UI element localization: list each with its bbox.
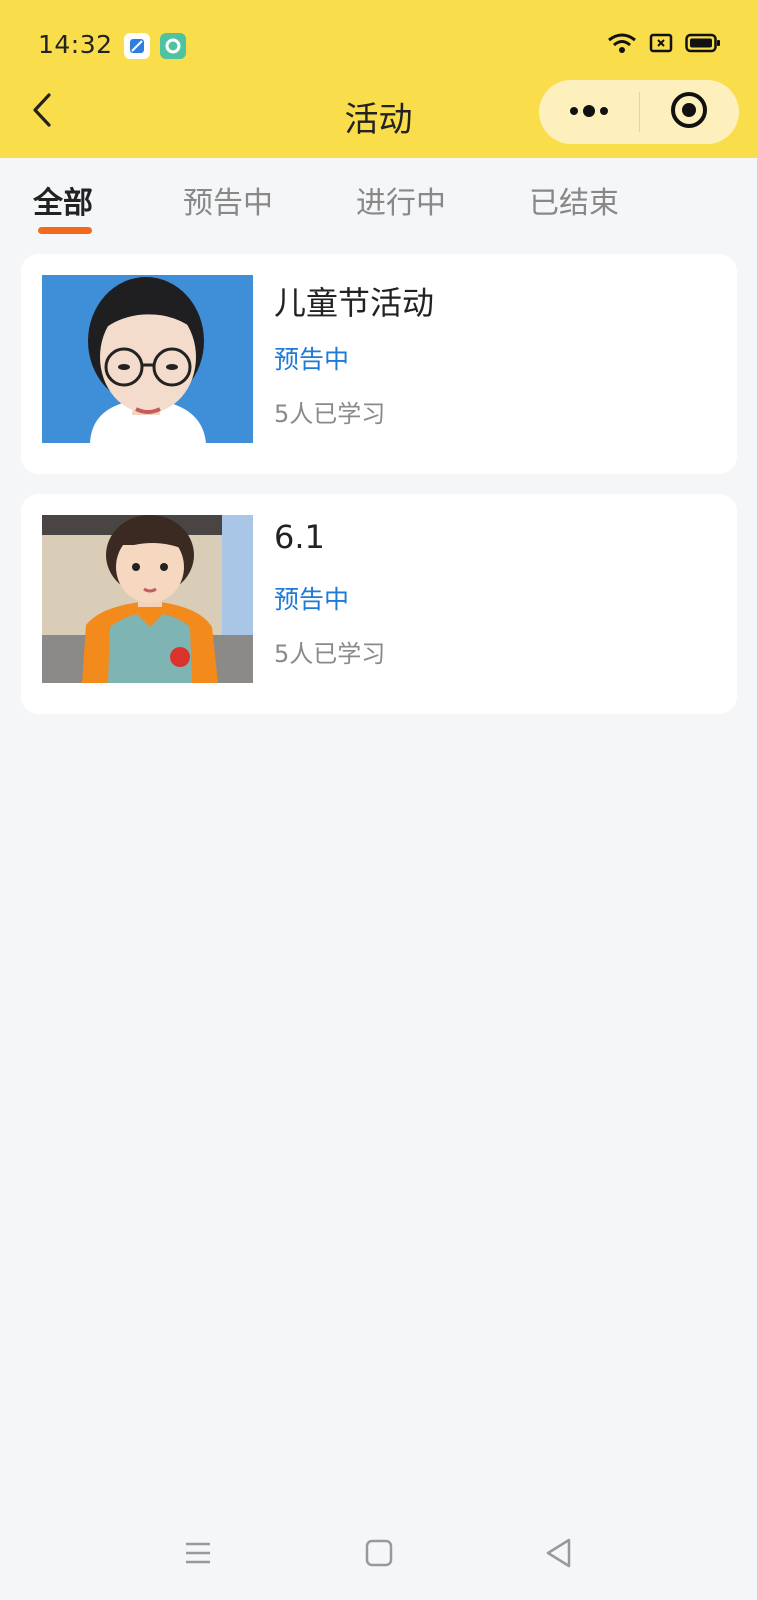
- learner-count: 5人已学习: [274, 400, 386, 428]
- activity-page: 14:32 活动 全部 预告中 进行中 已结束 儿童节活动 预告中 5人已学习 …: [0, 0, 757, 1600]
- activity-status: 预告中: [274, 345, 350, 374]
- more-dots-icon: [567, 103, 611, 122]
- tab-upcoming[interactable]: 预告中: [183, 178, 273, 222]
- app-notification-icon: [124, 33, 150, 59]
- wifi-icon: [607, 32, 637, 58]
- battery-icon: [685, 33, 721, 57]
- activity-card[interactable]: 6.1 预告中 5人已学习: [21, 494, 737, 714]
- tab-all[interactable]: 全部: [33, 178, 93, 222]
- tab-ongoing[interactable]: 进行中: [356, 178, 446, 222]
- header: 14:32 活动: [0, 0, 757, 158]
- mini-program-capsule: [539, 80, 739, 144]
- activity-title: 儿童节活动: [274, 284, 435, 322]
- portrait-photo: [42, 275, 253, 443]
- close-button[interactable]: [640, 80, 740, 144]
- tab-ended[interactable]: 已结束: [529, 178, 619, 222]
- activity-thumbnail: [42, 275, 253, 443]
- home-icon: [365, 1539, 393, 1571]
- app-notification-icon: [160, 33, 186, 59]
- close-target-icon: [669, 90, 709, 134]
- status-icons: [607, 32, 721, 58]
- learner-count: 5人已学习: [274, 640, 386, 668]
- system-nav-bar: [0, 1520, 757, 1590]
- activity-title: 6.1: [274, 518, 325, 556]
- activity-status: 预告中: [274, 585, 350, 614]
- status-time: 14:32: [38, 30, 113, 59]
- activity-thumbnail: [42, 515, 253, 683]
- back-triangle-icon: [544, 1537, 572, 1573]
- home-button[interactable]: [349, 1530, 409, 1580]
- menu-icon: [184, 1541, 212, 1569]
- back-nav-button[interactable]: [528, 1530, 588, 1580]
- active-tab-indicator: [38, 227, 92, 234]
- filter-tabs: 全部 预告中 进行中 已结束: [0, 158, 757, 240]
- more-button[interactable]: [539, 80, 639, 144]
- sim-card-icon: [649, 33, 673, 57]
- menu-button[interactable]: [168, 1530, 228, 1580]
- activity-card[interactable]: 儿童节活动 预告中 5人已学习: [21, 254, 737, 474]
- child-photo: [42, 515, 253, 683]
